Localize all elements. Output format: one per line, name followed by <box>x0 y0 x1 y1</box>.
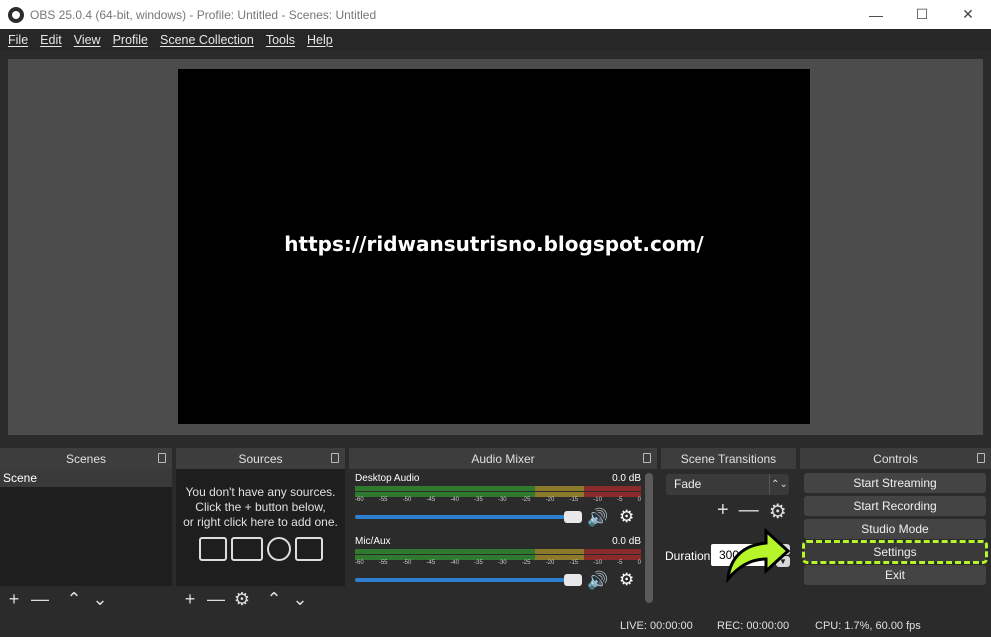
menu-view[interactable]: View <box>68 33 107 47</box>
audio-mixer-header: Audio Mixer <box>349 448 657 469</box>
undock-icon[interactable] <box>331 453 339 463</box>
title-bar: OBS 25.0.4 (64-bit, windows) - Profile: … <box>0 0 991 29</box>
preview-overlay-text: https://ridwansutrisno.blogspot.com/ <box>284 232 704 256</box>
controls-body: Start Streaming Start Recording Studio M… <box>800 469 991 612</box>
undock-icon[interactable] <box>158 453 166 463</box>
speaker-icon[interactable]: 🔊 <box>587 571 608 591</box>
controls-title: Controls <box>873 451 918 466</box>
highlight-arrow-icon <box>726 527 791 583</box>
close-button[interactable]: ✕ <box>945 0 991 29</box>
sources-toolbar: + — ⚙ ⌃ ⌄ <box>176 586 345 612</box>
settings-button[interactable]: Settings <box>802 540 988 564</box>
channel-level: 0.0 dB <box>612 473 641 484</box>
add-scene-icon[interactable]: + <box>5 590 23 608</box>
transition-properties-icon[interactable]: ⚙ <box>769 499 787 524</box>
controls-header: Controls <box>800 448 991 469</box>
live-status: LIVE: 00:00:00 <box>620 620 693 632</box>
audio-mixer-body: Desktop Audio 0.0 dB -60 -55 -50 -45 -40 -35-… <box>349 469 657 612</box>
scenes-toolbar: + — ⌃ ⌄ <box>0 586 172 612</box>
status-bar: LIVE: 00:00:00 REC: 00:00:00 CPU: 1.7%, … <box>0 614 991 637</box>
duration-label: Duration <box>665 549 711 563</box>
mic-aux-channel: Mic/Aux 0.0 dB -60 -55 -50 -45 -40 -35 -30 -25-… <box>355 536 641 596</box>
move-scene-up-icon[interactable]: ⌃ <box>65 590 83 608</box>
exit-button[interactable]: Exit <box>804 565 986 585</box>
menu-scene-collection[interactable]: Scene Collection <box>154 33 260 47</box>
audio-mixer-dock: Audio Mixer Desktop Audio 0.0 dB -60 -55-… <box>349 448 657 612</box>
transition-selected: Fade <box>674 477 702 491</box>
menu-help[interactable]: Help <box>301 33 339 47</box>
sources-dock: Sources You don't have any sources. Clic… <box>176 448 345 612</box>
move-scene-down-icon[interactable]: ⌄ <box>91 590 109 608</box>
scene-item[interactable]: Scene <box>0 469 172 487</box>
cpu-status: CPU: 1.7%, 60.00 fps <box>815 620 921 632</box>
channel-name: Mic/Aux <box>355 536 391 547</box>
globe-icon <box>266 537 291 561</box>
gear-icon[interactable]: ⚙ <box>619 507 634 527</box>
controls-dock: Controls Start Streaming Start Recording… <box>800 448 991 612</box>
menu-bar: File Edit View Profile Scene Collection … <box>0 29 991 51</box>
add-source-icon[interactable]: + <box>181 590 199 608</box>
add-transition-icon[interactable]: + <box>717 499 729 524</box>
remove-source-icon[interactable]: — <box>207 590 225 608</box>
scenes-dock-title: Scenes <box>65 451 107 466</box>
remove-scene-icon[interactable]: — <box>31 590 49 608</box>
menu-tools[interactable]: Tools <box>260 33 301 47</box>
volume-meter <box>355 549 641 554</box>
window-controls: — ☐ ✕ <box>853 0 991 29</box>
slider-thumb[interactable] <box>564 511 582 523</box>
image-icon <box>198 537 227 561</box>
sources-dock-title: Sources <box>238 451 283 466</box>
scene-transitions-title: Scene Transitions <box>680 451 777 466</box>
source-properties-icon[interactable]: ⚙ <box>233 590 251 608</box>
window-title: OBS 25.0.4 (64-bit, windows) - Profile: … <box>30 7 377 22</box>
minimize-button[interactable]: — <box>853 0 899 29</box>
desktop-audio-channel: Desktop Audio 0.0 dB -60 -55 -50 -45 -40 -35-… <box>355 473 641 533</box>
scene-transitions-header: Scene Transitions <box>661 448 796 469</box>
start-streaming-button[interactable]: Start Streaming <box>804 473 986 493</box>
gear-icon[interactable]: ⚙ <box>619 570 634 590</box>
menu-file[interactable]: File <box>2 33 34 47</box>
sources-empty-message: You don't have any sources. Click the + … <box>183 485 338 529</box>
rec-status: REC: 00:00:00 <box>717 620 790 632</box>
audio-mixer-title: Audio Mixer <box>471 451 535 466</box>
scenes-dock: Scenes Scene + — ⌃ ⌄ <box>0 448 172 612</box>
chevron-updown-icon: ⌃⌄ <box>769 474 789 495</box>
preview-canvas[interactable]: https://ridwansutrisno.blogspot.com/ <box>178 69 810 424</box>
menu-profile[interactable]: Profile <box>107 33 154 47</box>
transition-select[interactable]: Fade ⌃⌄ <box>666 474 789 495</box>
scenes-dock-header: Scenes <box>0 448 172 469</box>
undock-icon[interactable] <box>643 453 651 463</box>
remove-transition-icon[interactable]: — <box>739 499 759 524</box>
sources-dock-header: Sources <box>176 448 345 469</box>
preview-area[interactable]: https://ridwansutrisno.blogspot.com/ <box>8 59 983 435</box>
volume-meter <box>355 486 641 491</box>
slider-thumb[interactable] <box>564 574 582 586</box>
channel-name: Desktop Audio <box>355 473 420 484</box>
volume-slider[interactable] <box>355 511 582 523</box>
source-type-icons <box>176 537 345 561</box>
camera-icon <box>294 537 323 561</box>
maximize-button[interactable]: ☐ <box>899 0 945 29</box>
channel-level: 0.0 dB <box>612 536 641 547</box>
mixer-scrollbar[interactable] <box>645 473 653 603</box>
studio-mode-button[interactable]: Studio Mode <box>804 519 986 539</box>
start-recording-button[interactable]: Start Recording <box>804 496 986 516</box>
move-source-down-icon[interactable]: ⌄ <box>291 590 309 608</box>
monitor-icon <box>230 537 263 561</box>
undock-icon[interactable] <box>977 453 985 463</box>
meter-ticks: -60 -55 -50 -45 -40 -35 -30 -25 -20 -15 -10 -5 0 <box>355 560 641 566</box>
menu-edit[interactable]: Edit <box>34 33 68 47</box>
move-source-up-icon[interactable]: ⌃ <box>265 590 283 608</box>
transition-tools: + — ⚙ <box>717 499 787 524</box>
speaker-icon[interactable]: 🔊 <box>587 508 608 528</box>
volume-slider[interactable] <box>355 574 582 586</box>
obs-logo-icon <box>8 6 24 23</box>
meter-ticks: -60 -55 -50 -45 -40 -35 -30 -25 -20 -15 -10 -5 0 <box>355 497 641 503</box>
